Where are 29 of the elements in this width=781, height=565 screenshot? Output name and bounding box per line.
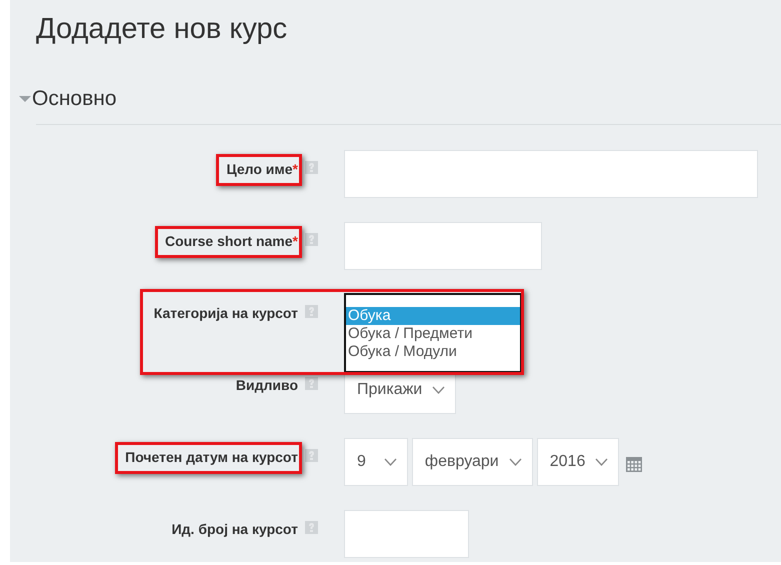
text-input-field[interactable] xyxy=(344,510,469,558)
help-icon[interactable] xyxy=(305,521,318,534)
field-label: Course short name* xyxy=(164,233,298,249)
field-label: Видливо xyxy=(236,377,298,393)
field-label: Почетен датум на курсот xyxy=(125,449,298,465)
text-input-field[interactable] xyxy=(344,222,542,270)
help-icon[interactable] xyxy=(305,233,318,246)
caret-icon xyxy=(595,458,608,466)
help-icon[interactable] xyxy=(305,449,318,462)
text-input-field[interactable] xyxy=(344,150,758,198)
list-option[interactable]: Обука / Предмети xyxy=(346,325,520,343)
caret-icon xyxy=(384,458,397,466)
help-icon[interactable] xyxy=(305,161,318,174)
list-option[interactable]: Обука / Модули xyxy=(346,343,520,361)
section-title[interactable]: Основно xyxy=(32,86,117,112)
collapse-caret-icon[interactable] xyxy=(18,94,32,104)
select-field[interactable]: февруари xyxy=(412,438,533,486)
caret-icon xyxy=(432,386,446,394)
caret-icon xyxy=(508,458,522,466)
field-label: Категорија на курсот xyxy=(154,305,298,321)
calendar-icon[interactable] xyxy=(626,456,642,472)
help-icon[interactable] xyxy=(305,305,318,318)
field-label: Цело име* xyxy=(226,161,298,177)
select-field[interactable]: 2016 xyxy=(536,438,620,486)
help-icon[interactable] xyxy=(305,377,318,390)
field-label: Ид. број на курсот xyxy=(172,521,298,537)
category-dropdown-menu[interactable]: Обука Обука / Предмети Обука / Модули xyxy=(344,293,522,373)
select-field[interactable]: 9 xyxy=(344,438,408,486)
page-title: Додадете нов курс xyxy=(36,12,288,46)
